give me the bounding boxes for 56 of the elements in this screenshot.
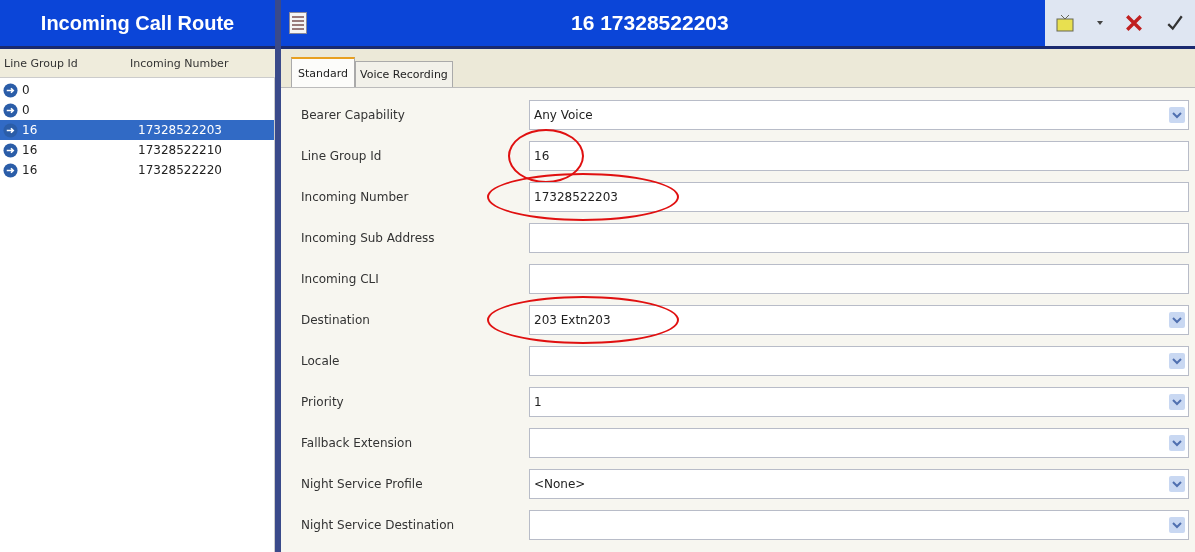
list-row[interactable]: 0 [0,80,274,100]
line-group-id: 16 [22,162,39,178]
field-value: 203 Extn203 [533,312,611,327]
window-icon[interactable] [1055,14,1076,32]
list-row[interactable]: 0 [0,100,274,120]
input-field[interactable] [529,222,1189,253]
route-icon [3,102,18,118]
input-field[interactable] [529,263,1189,294]
input-field[interactable]: 16 [529,140,1189,171]
field-label: Night Service Profile [301,476,424,491]
tab[interactable]: Standard [291,57,356,87]
field-label: Fallback Extension [301,435,414,450]
field-value: 16 [533,148,550,163]
close-icon[interactable] [1123,14,1144,32]
field-value: 1 [533,394,542,409]
incoming-number: 17328522210 [138,142,222,158]
field-label: Priority [301,394,345,409]
line-group-id: 0 [22,102,31,118]
route-icon [3,162,18,178]
dropdown-field[interactable]: Any Voice [529,99,1189,130]
line-group-id: 16 [22,122,39,138]
dropdown-field[interactable]: 1 [529,386,1189,417]
field-value: 17328522203 [533,189,618,204]
panel-title: Incoming Call Route [0,0,275,49]
line-group-id: 16 [22,142,39,158]
dropdown-field[interactable]: <None> [529,468,1189,499]
field-label: Line Group Id [301,148,383,163]
route-icon [3,82,18,98]
field-value: Any Voice [533,107,593,122]
caret-icon[interactable] [1096,21,1103,25]
dropdown-field[interactable] [529,345,1189,376]
column-header[interactable]: Incoming Number [126,56,229,70]
incoming-number: 17328522203 [138,122,222,138]
field-label: Locale [301,353,341,368]
column-header[interactable]: Line Group Id [0,56,126,70]
tab[interactable]: Voice Recording [355,61,453,87]
list-row[interactable]: 16 17328522220 [0,160,274,180]
dropdown-field[interactable] [529,427,1189,458]
field-label: Bearer Capability [301,107,406,122]
field-value: <None> [533,476,586,491]
field-label: Incoming CLI [301,271,380,286]
dropdown-field[interactable] [529,509,1189,540]
input-field[interactable]: 17328522203 [529,181,1189,212]
line-group-id: 0 [22,82,31,98]
incoming-number: 17328522220 [138,162,222,178]
field-label: Night Service Destination [301,517,456,532]
field-label: Incoming Number [301,189,410,204]
record-title: 16 17328522203 [571,11,729,35]
field-label: Destination [301,312,371,327]
route-icon [3,142,18,158]
field-label: Incoming Sub Address [301,230,436,245]
list-row[interactable]: 16 17328522203 [0,120,274,140]
dropdown-field[interactable]: 203 Extn203 [529,304,1189,335]
list-icon[interactable] [289,12,307,34]
route-icon [3,122,18,138]
list-row[interactable]: 16 17328522210 [0,140,274,160]
